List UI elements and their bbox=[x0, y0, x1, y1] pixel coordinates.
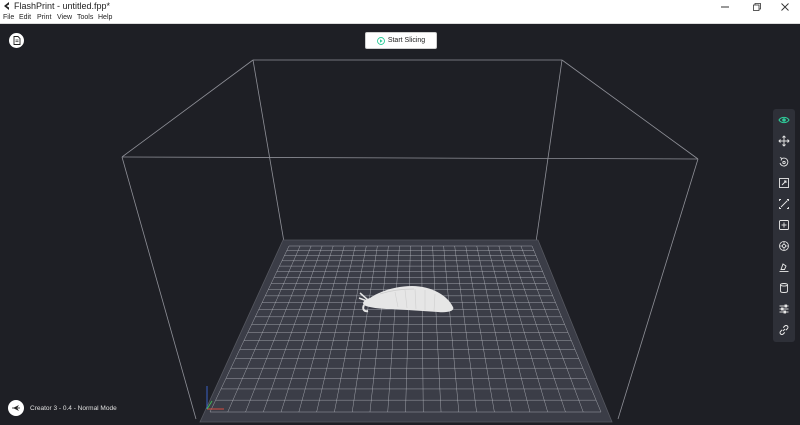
minimize-button[interactable] bbox=[710, 0, 740, 13]
cylinder-icon bbox=[780, 283, 788, 293]
link-icon bbox=[779, 325, 789, 335]
3d-viewport[interactable]: Start Slicing Creator 3 - 0.4 - Normal M… bbox=[0, 24, 800, 425]
cut-icon bbox=[779, 199, 789, 209]
link-tool[interactable] bbox=[773, 320, 795, 340]
document-icon bbox=[13, 36, 20, 45]
move-tool[interactable] bbox=[773, 131, 795, 151]
start-slicing-label: Start Slicing bbox=[387, 37, 426, 44]
menu-help[interactable]: Help bbox=[98, 13, 112, 23]
close-button[interactable] bbox=[770, 0, 800, 13]
extruder-icon bbox=[779, 241, 789, 251]
cut-tool[interactable] bbox=[773, 194, 795, 214]
menu-print[interactable]: Print bbox=[37, 13, 51, 23]
printer-select-button[interactable] bbox=[8, 400, 24, 416]
menu-tools[interactable]: Tools bbox=[77, 13, 93, 23]
menu-edit[interactable]: Edit bbox=[19, 13, 31, 23]
minimize-icon bbox=[721, 6, 729, 7]
rotate-icon bbox=[779, 157, 789, 167]
lay-flat-icon bbox=[779, 263, 789, 272]
flashprint-logo-icon bbox=[4, 2, 9, 10]
start-slicing-button[interactable]: Start Slicing bbox=[365, 32, 437, 49]
menu-file[interactable]: File bbox=[3, 13, 14, 23]
flashprint-logo-icon bbox=[12, 405, 20, 411]
build-volume-scene[interactable] bbox=[0, 24, 800, 425]
restore-icon bbox=[753, 2, 761, 11]
settings-icon bbox=[779, 304, 789, 314]
scale-icon bbox=[779, 178, 789, 188]
move-icon bbox=[778, 135, 790, 147]
scale-tool[interactable] bbox=[773, 173, 795, 193]
rotate-tool[interactable] bbox=[773, 152, 795, 172]
settings-tool[interactable] bbox=[773, 299, 795, 319]
lay-flat-tool[interactable] bbox=[773, 257, 795, 277]
printer-status-text: Creator 3 - 0.4 - Normal Mode bbox=[30, 405, 117, 412]
extruder-tool[interactable] bbox=[773, 236, 795, 256]
add-support-tool[interactable] bbox=[773, 215, 795, 235]
play-icon bbox=[376, 36, 385, 45]
model-list-button[interactable] bbox=[9, 33, 24, 48]
menu-view[interactable]: View bbox=[57, 13, 72, 23]
cylinder-tool[interactable] bbox=[773, 278, 795, 298]
restore-button[interactable] bbox=[742, 0, 772, 13]
right-toolbar bbox=[773, 109, 795, 342]
view-tool[interactable] bbox=[773, 110, 795, 130]
window-title: FlashPrint - untitled.fpp* bbox=[14, 1, 111, 11]
title-bar: FlashPrint - untitled.fpp* bbox=[0, 0, 800, 13]
close-icon bbox=[781, 2, 789, 11]
view-icon bbox=[778, 116, 790, 124]
add-support-icon bbox=[779, 220, 789, 230]
menu-bar: File Edit Print View Tools Help bbox=[0, 13, 800, 24]
